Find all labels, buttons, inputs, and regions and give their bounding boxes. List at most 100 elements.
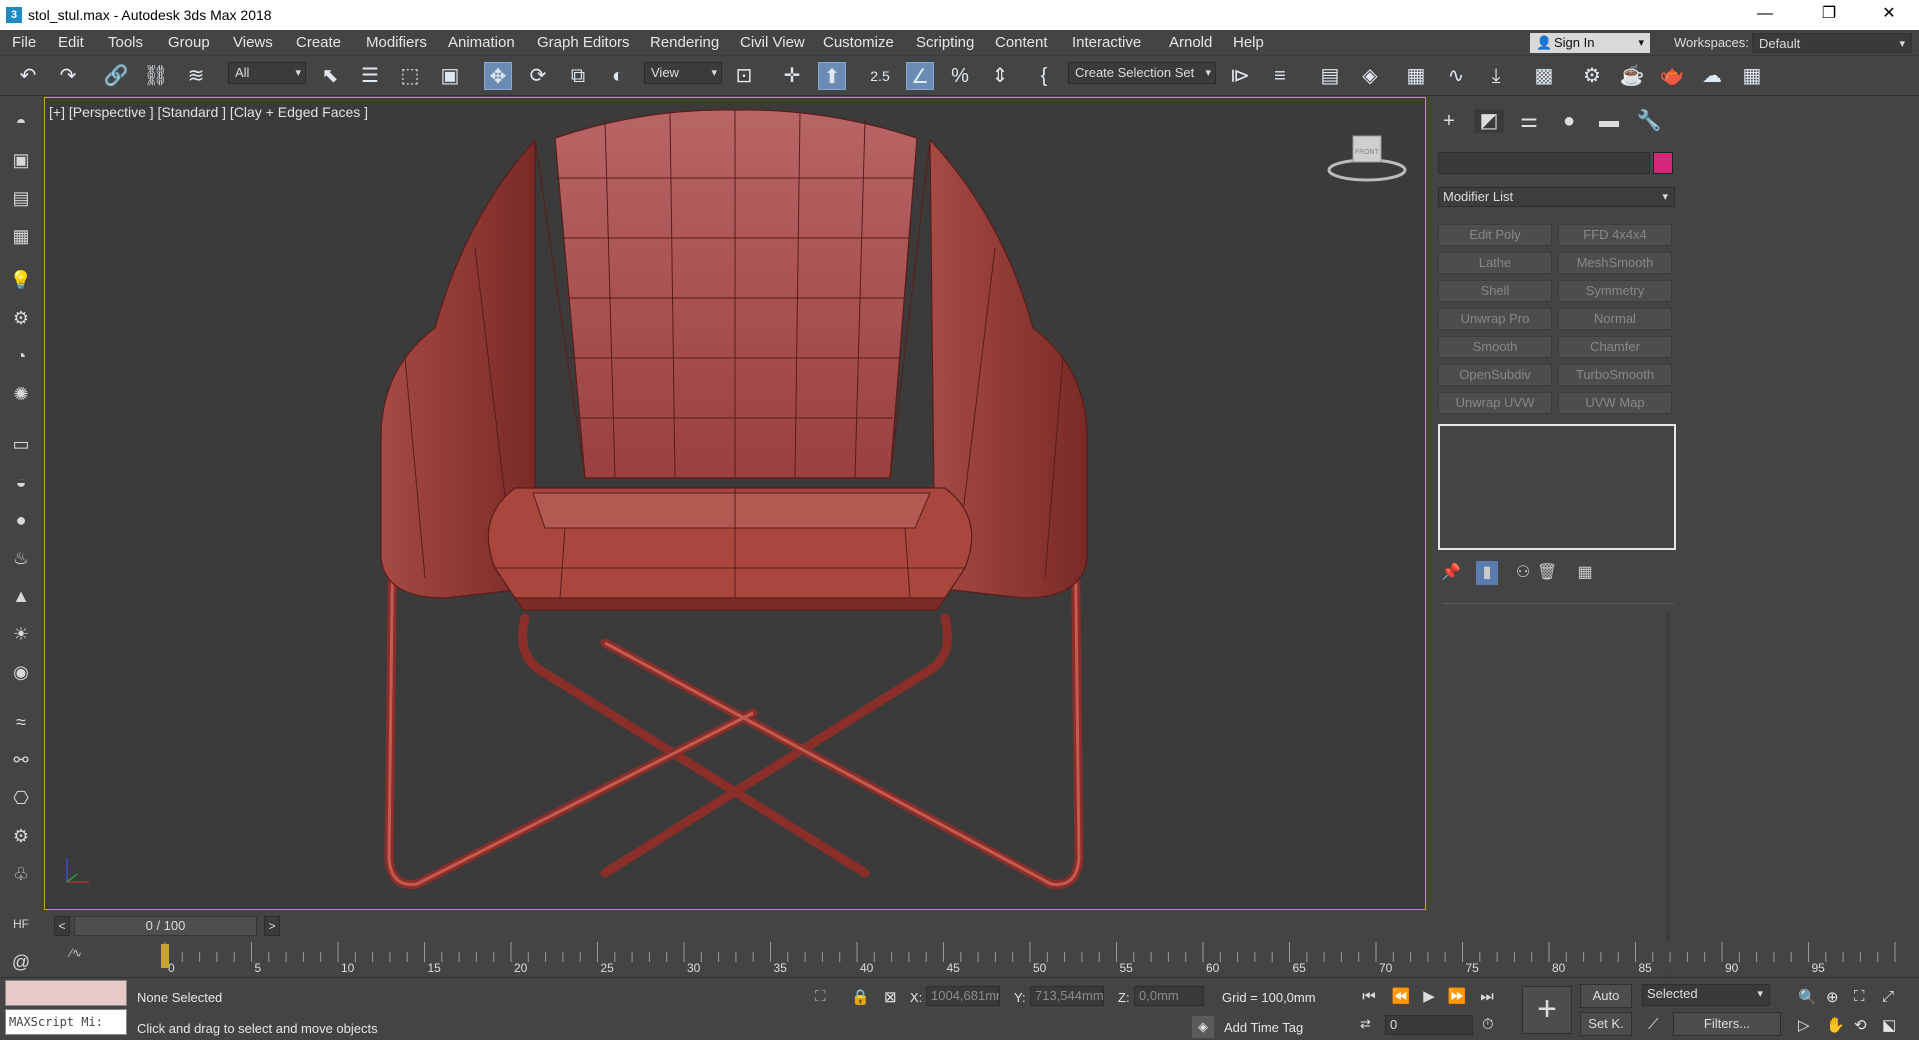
next-frame-icon[interactable]: ⏩ bbox=[1446, 986, 1468, 1008]
modifier-button[interactable]: Chamfer bbox=[1558, 336, 1672, 358]
motion-tab-icon[interactable]: ● bbox=[1554, 109, 1584, 133]
helper-icon[interactable]: ◔ bbox=[8, 343, 34, 369]
modifier-button[interactable]: FFD 4x4x4 bbox=[1558, 224, 1672, 246]
isolate-selection-icon[interactable]: ⛶ bbox=[815, 988, 826, 1005]
named-selection-set-dropdown[interactable]: Create Selection Set bbox=[1068, 62, 1216, 84]
restore-icon[interactable]: ❐ bbox=[1806, 0, 1852, 30]
modifier-button[interactable]: Unwrap Pro bbox=[1438, 308, 1552, 330]
render-production-icon[interactable]: 🫖 bbox=[1658, 62, 1686, 90]
display-tab-icon[interactable]: ▬ bbox=[1594, 109, 1624, 133]
menu-graph-editors[interactable]: Graph Editors bbox=[537, 34, 630, 51]
menu-tools[interactable]: Tools bbox=[108, 34, 143, 51]
hemisphere-primitive-icon[interactable]: ◒ bbox=[8, 469, 34, 495]
key-filter-select[interactable]: Selected ▾ bbox=[1642, 984, 1770, 1006]
configure-modifier-sets-icon[interactable]: ▦ bbox=[1574, 561, 1596, 585]
modifier-button[interactable]: Lathe bbox=[1438, 252, 1552, 274]
plant-icon[interactable]: ♧ bbox=[8, 861, 34, 887]
particle-icon[interactable]: ✺ bbox=[8, 381, 34, 407]
angle-snap-icon[interactable]: ∠ bbox=[906, 62, 934, 90]
go-to-end-icon[interactable]: ⏭ bbox=[1476, 986, 1498, 1008]
gear-icon[interactable]: ⚙ bbox=[8, 823, 34, 849]
menu-arnold[interactable]: Arnold bbox=[1169, 34, 1212, 51]
sun-light-icon[interactable]: ☀ bbox=[8, 621, 34, 647]
snail-icon[interactable]: @ bbox=[8, 949, 34, 975]
menu-animation[interactable]: Animation bbox=[448, 34, 515, 51]
object-color-swatch[interactable] bbox=[1653, 152, 1673, 174]
menu-scripting[interactable]: Scripting bbox=[916, 34, 974, 51]
sphere-primitive-icon[interactable]: ● bbox=[8, 507, 34, 533]
modifier-button[interactable]: Edit Poly bbox=[1438, 224, 1552, 246]
zoom-all-icon[interactable]: ⊕ bbox=[1826, 988, 1839, 1006]
ribbon-toggle-icon[interactable]: ▦ bbox=[1402, 62, 1430, 90]
material-sphere-icon[interactable]: ◉ bbox=[8, 659, 34, 685]
y-coordinate-field[interactable]: 713,544mm bbox=[1030, 986, 1104, 1006]
modifier-list-dropdown[interactable]: Modifier List bbox=[1438, 187, 1675, 207]
render-iterative-icon[interactable]: ☁ bbox=[1698, 62, 1726, 90]
track-view-icon[interactable]: ▦ bbox=[8, 223, 34, 249]
spinner-snap-icon[interactable]: ⇕ bbox=[986, 62, 1014, 90]
physics-icon[interactable]: ⎔ bbox=[8, 785, 34, 811]
select-and-scale-icon[interactable]: ⧉ bbox=[564, 62, 592, 90]
maxscript-listener-output[interactable] bbox=[5, 980, 127, 1006]
menu-file[interactable]: File bbox=[12, 34, 36, 51]
bind-space-warp-icon[interactable]: ≋ bbox=[182, 62, 210, 90]
rectangular-selection-icon[interactable]: ⬚ bbox=[396, 62, 424, 90]
snaps-toggle-icon[interactable]: 2.5 bbox=[866, 62, 894, 90]
add-time-tag-button[interactable]: Add Time Tag bbox=[1224, 1020, 1303, 1035]
modifier-button[interactable]: Shell bbox=[1438, 280, 1552, 302]
hf-icon[interactable]: HF bbox=[8, 911, 34, 937]
go-to-start-icon[interactable]: ⏮ bbox=[1358, 986, 1380, 1008]
menu-views[interactable]: Views bbox=[233, 34, 273, 51]
previous-frame-icon[interactable]: ⏪ bbox=[1390, 986, 1412, 1008]
select-and-place-icon[interactable]: ◐ bbox=[604, 62, 632, 90]
time-tag-icon[interactable]: ◈ bbox=[1192, 1016, 1214, 1038]
render-setup-icon[interactable]: ⚙ bbox=[1578, 62, 1606, 90]
remove-modifier-icon[interactable]: 🗑 bbox=[1536, 561, 1558, 585]
menu-help[interactable]: Help bbox=[1233, 34, 1264, 51]
link-icon[interactable]: 🔗 bbox=[102, 62, 130, 90]
chair-model[interactable] bbox=[45, 98, 1425, 909]
sign-in-button[interactable]: 👤 Sign In ▾ bbox=[1530, 33, 1650, 53]
auto-key-button[interactable]: Auto bbox=[1580, 984, 1632, 1008]
maximize-viewport-icon[interactable]: ⬕ bbox=[1882, 1016, 1896, 1034]
x-coordinate-field[interactable]: 1004,681mm bbox=[926, 986, 1000, 1006]
zoom-icon[interactable]: 🔍 bbox=[1798, 988, 1817, 1006]
camera-icon[interactable]: ⚙ bbox=[8, 305, 34, 331]
select-and-rotate-icon[interactable]: ⟳ bbox=[524, 62, 552, 90]
redo-icon[interactable]: ↷ bbox=[54, 62, 82, 90]
material-editor-icon[interactable]: ▩ bbox=[1530, 62, 1558, 90]
menu-content[interactable]: Content bbox=[995, 34, 1048, 51]
minimize-icon[interactable]: — bbox=[1742, 0, 1788, 30]
layer-explorer-icon[interactable]: ◈ bbox=[1356, 62, 1384, 90]
pin-stack-icon[interactable]: 📌 bbox=[1440, 561, 1462, 585]
key-mode-icon[interactable]: ⇄ bbox=[1360, 1016, 1371, 1032]
menu-modifiers[interactable]: Modifiers bbox=[366, 34, 427, 51]
modify-tab-icon[interactable]: ◩ bbox=[1474, 109, 1504, 133]
cloth-icon[interactable]: ⚯ bbox=[8, 747, 34, 773]
prev-frame-button[interactable]: < bbox=[54, 916, 70, 936]
create-tab-icon[interactable]: + bbox=[1434, 109, 1464, 133]
pan-view-icon[interactable]: ✋ bbox=[1826, 1016, 1845, 1034]
window-crossing-icon[interactable]: ▣ bbox=[436, 62, 464, 90]
light-lister-icon[interactable]: 💡 bbox=[8, 267, 34, 293]
menu-create[interactable]: Create bbox=[296, 34, 341, 51]
track-bar[interactable]: ⁄∿ 0 5 10 15 20 25 30 35 40 45 50 55 60 65 70 75 80 85 90 9… bbox=[44, 942, 1919, 975]
render-cloud-icon[interactable]: ▦ bbox=[1738, 62, 1766, 90]
modifier-button[interactable]: UVW Map bbox=[1558, 392, 1672, 414]
modifier-button[interactable]: Normal bbox=[1558, 308, 1672, 330]
close-icon[interactable]: ✕ bbox=[1866, 0, 1912, 30]
hair-icon[interactable]: ≈ bbox=[8, 709, 34, 735]
menu-customize[interactable]: Customize bbox=[823, 34, 894, 51]
set-key-icon[interactable]: + bbox=[1522, 986, 1572, 1034]
select-manipulate-icon[interactable]: ✛ bbox=[778, 62, 806, 90]
layer-manager-icon[interactable]: ▤ bbox=[8, 185, 34, 211]
current-frame-marker[interactable] bbox=[161, 944, 169, 968]
orbit-icon[interactable]: ⟲ bbox=[1854, 1016, 1867, 1034]
filters-button[interactable]: Filters... bbox=[1673, 1012, 1781, 1036]
absolute-mode-icon[interactable]: ⊠ bbox=[884, 988, 897, 1006]
viewport-layout-icon[interactable]: ▣ bbox=[8, 147, 34, 173]
modifier-button[interactable]: Smooth bbox=[1438, 336, 1552, 358]
menu-group[interactable]: Group bbox=[168, 34, 210, 51]
plane-primitive-icon[interactable]: ▭ bbox=[8, 431, 34, 457]
select-by-name-icon[interactable]: ☰ bbox=[356, 62, 384, 90]
